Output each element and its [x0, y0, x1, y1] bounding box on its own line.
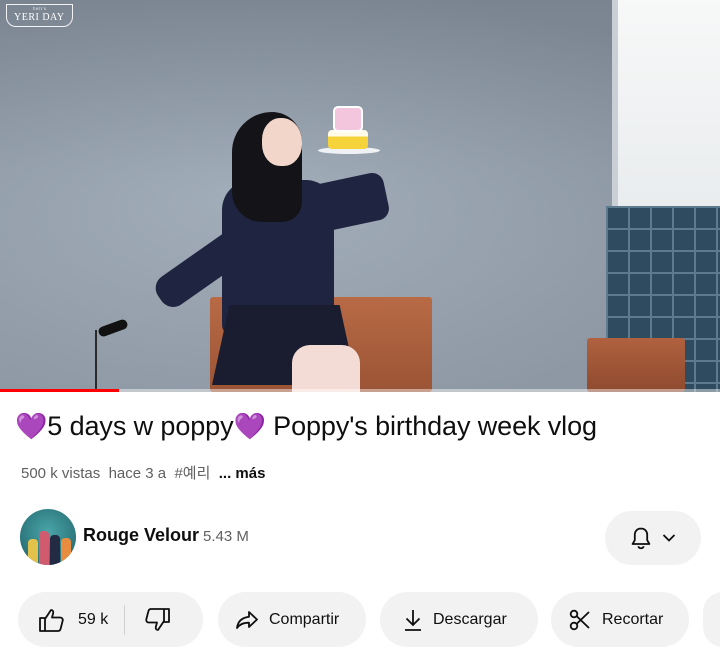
like-count[interactable]: 59 k: [78, 611, 108, 629]
title-part-2: Poppy's birthday week vlog: [265, 411, 597, 441]
scissors-icon: [568, 608, 592, 632]
video-cake-topper: [333, 106, 363, 132]
progress-bar[interactable]: [0, 389, 720, 392]
channel-name[interactable]: Rouge Velour 5.43 M: [83, 525, 249, 546]
channel-avatar[interactable]: [20, 509, 76, 565]
video-stool-small: [587, 338, 685, 392]
view-count: 500 k vistas: [21, 465, 101, 482]
heart-emoji: 💜: [15, 411, 48, 441]
notification-bell-button[interactable]: [605, 511, 701, 565]
video-player[interactable]: Yeri's YERI DAY: [0, 0, 720, 392]
avatar-figure: [28, 539, 38, 565]
upload-age: hace 3 a: [108, 465, 167, 482]
more-link[interactable]: ... más: [219, 465, 266, 482]
share-arrow-icon: [235, 610, 259, 630]
channel-watermark: Yeri's YERI DAY: [6, 4, 73, 27]
video-title[interactable]: 💜5 days w poppy💜 Poppy's birthday week v…: [15, 411, 715, 442]
avatar-figure: [50, 535, 60, 565]
more-actions-button[interactable]: [703, 592, 720, 647]
watermark-small-text: Yeri's: [32, 7, 47, 12]
download-button[interactable]: Descargar: [380, 592, 538, 647]
progress-bar-fill: [0, 389, 119, 392]
video-cake: [328, 130, 368, 149]
title-part-1: 5 days w poppy: [47, 411, 234, 441]
video-meta[interactable]: 500 k vistas hace 3 a #예리 ... más: [21, 462, 265, 483]
clip-label: Recortar: [602, 610, 664, 628]
like-dislike-group: 59 k: [18, 592, 203, 647]
thumbs-up-icon[interactable]: [38, 607, 66, 633]
share-button[interactable]: Compartir: [218, 592, 366, 647]
clip-button[interactable]: Recortar: [551, 592, 689, 647]
like-divider: [124, 604, 126, 635]
video-person-face: [262, 118, 302, 166]
share-label: Compartir: [269, 610, 340, 628]
video-person-legs: [292, 345, 360, 392]
hashtag-link[interactable]: #예리: [174, 465, 210, 482]
download-icon: [403, 608, 423, 632]
avatar-figure: [39, 531, 49, 565]
avatar-figure: [61, 538, 71, 565]
video-window: [612, 0, 720, 210]
video-mic-cable: [95, 330, 97, 392]
watermark-text: YERI DAY: [14, 12, 65, 23]
chevron-down-icon: [662, 533, 676, 543]
subscriber-count: 5.43 M: [203, 528, 249, 545]
download-label: Descargar: [433, 610, 507, 628]
bell-icon: [630, 526, 652, 550]
heart-emoji: 💜: [233, 411, 266, 441]
thumbs-down-icon[interactable]: [143, 607, 171, 633]
channel-name-text: Rouge Velour: [83, 525, 200, 545]
